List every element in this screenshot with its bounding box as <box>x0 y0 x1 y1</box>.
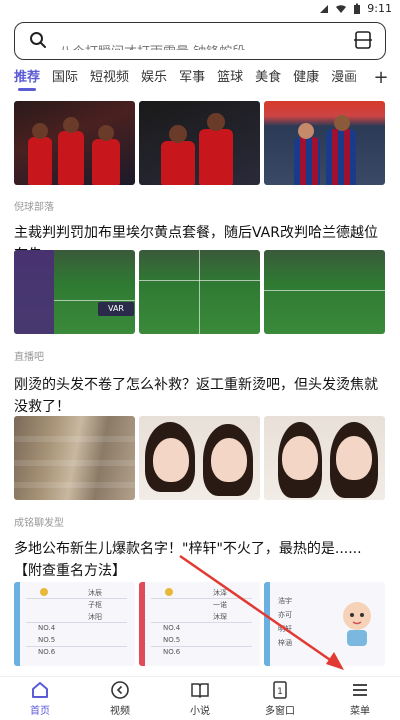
tab-international[interactable]: 国际 <box>52 64 78 92</box>
name-list-image[interactable]: 沐辰 子枢 沐阳 NO.4 NO.5 NO.6 <box>14 582 135 666</box>
var-badge: VAR <box>98 302 134 316</box>
feed-item-images[interactable] <box>14 416 386 500</box>
portrait-photo[interactable] <box>139 416 260 500</box>
name-list-image[interactable]: 浩宇 亦可 明轩 梓涵 <box>264 582 385 666</box>
search-hint[interactable]: 八个打瞬间才打雨雷量 钟锋蛇段 <box>59 32 349 50</box>
name-list-image[interactable]: 沐泽 一诺 沐琛 NO.4 NO.5 NO.6 <box>139 582 260 666</box>
tab-recommend[interactable]: 推荐 <box>14 64 40 92</box>
feed-title[interactable]: 多地公布新生儿爆款名字！"梓轩"不火了，最热的是......【附查重名方法】 <box>14 538 386 582</box>
feed-item-images[interactable] <box>14 250 386 334</box>
tab-health[interactable]: 健康 <box>293 64 319 92</box>
match-video-frame[interactable] <box>264 250 385 334</box>
nav-home-label: 首页 <box>30 706 50 717</box>
window-icon: 1 <box>273 681 287 699</box>
book-icon <box>191 683 209 699</box>
feed-item-images[interactable]: 沐辰 子枢 沐阳 NO.4 NO.5 NO.6 沐泽 一诺 沐琛 NO.4 NO… <box>14 582 386 666</box>
feed-source: 倪球部落 <box>14 202 54 213</box>
scan-icon[interactable] <box>353 30 373 50</box>
football-photo[interactable] <box>264 101 385 185</box>
match-video-frame[interactable] <box>139 250 260 334</box>
feed-item-images[interactable] <box>14 101 386 185</box>
nav-video[interactable]: 视频 <box>80 677 160 720</box>
tab-food[interactable]: 美食 <box>255 64 281 92</box>
nav-menu[interactable]: 菜单 <box>320 677 400 720</box>
nav-multi-window[interactable]: 1 多窗口 <box>240 677 320 720</box>
tab-entertainment[interactable]: 娱乐 <box>141 64 167 92</box>
nav-novel[interactable]: 小说 <box>160 677 240 720</box>
search-box[interactable]: 八个打瞬间才打雨雷量 钟锋蛇段 <box>14 22 386 60</box>
bottom-navigation: 首页 视频 小说 1 多窗口 菜单 <box>0 676 400 720</box>
wifi-icon <box>336 4 347 13</box>
match-video-frame[interactable] <box>14 250 135 334</box>
football-photo[interactable] <box>14 101 135 185</box>
hair-photo[interactable] <box>14 416 135 500</box>
nav-home[interactable]: 首页 <box>0 677 80 720</box>
battery-icon <box>354 3 361 14</box>
status-time: 9:11 <box>367 2 392 15</box>
feed-source: 直播吧 <box>14 352 44 363</box>
add-channel-button[interactable]: + <box>370 64 392 92</box>
status-bar: 9:11 <box>0 0 400 18</box>
search-hint-text: 八个打瞬间才打雨雷量 钟锋蛇段 <box>59 41 349 50</box>
portrait-photo[interactable] <box>264 416 385 500</box>
signal-icon <box>320 4 329 13</box>
baby-illustration <box>343 602 371 646</box>
nav-video-label: 视频 <box>110 706 130 717</box>
football-photo[interactable] <box>139 101 260 185</box>
tab-military[interactable]: 军事 <box>179 64 205 92</box>
video-icon <box>111 681 129 699</box>
menu-icon <box>353 684 367 696</box>
feed-title[interactable]: 刚烫的头发不卷了怎么补救？返工重新烫吧，但头发烫焦就没救了！ <box>14 374 386 418</box>
window-count: 1 <box>277 687 283 697</box>
channel-tabs: 推荐 国际 短视频 娱乐 军事 篮球 美食 健康 漫画 <box>0 64 400 92</box>
feed-source: 成铭聊发型 <box>14 518 64 529</box>
nav-multi-window-label: 多窗口 <box>265 706 295 717</box>
search-icon[interactable] <box>29 31 47 49</box>
tab-short-video[interactable]: 短视频 <box>90 64 129 92</box>
nav-novel-label: 小说 <box>190 706 210 717</box>
tabs-fade <box>350 64 370 92</box>
tab-basketball[interactable]: 篮球 <box>217 64 243 92</box>
nav-menu-label: 菜单 <box>350 706 370 717</box>
home-icon <box>32 682 48 698</box>
